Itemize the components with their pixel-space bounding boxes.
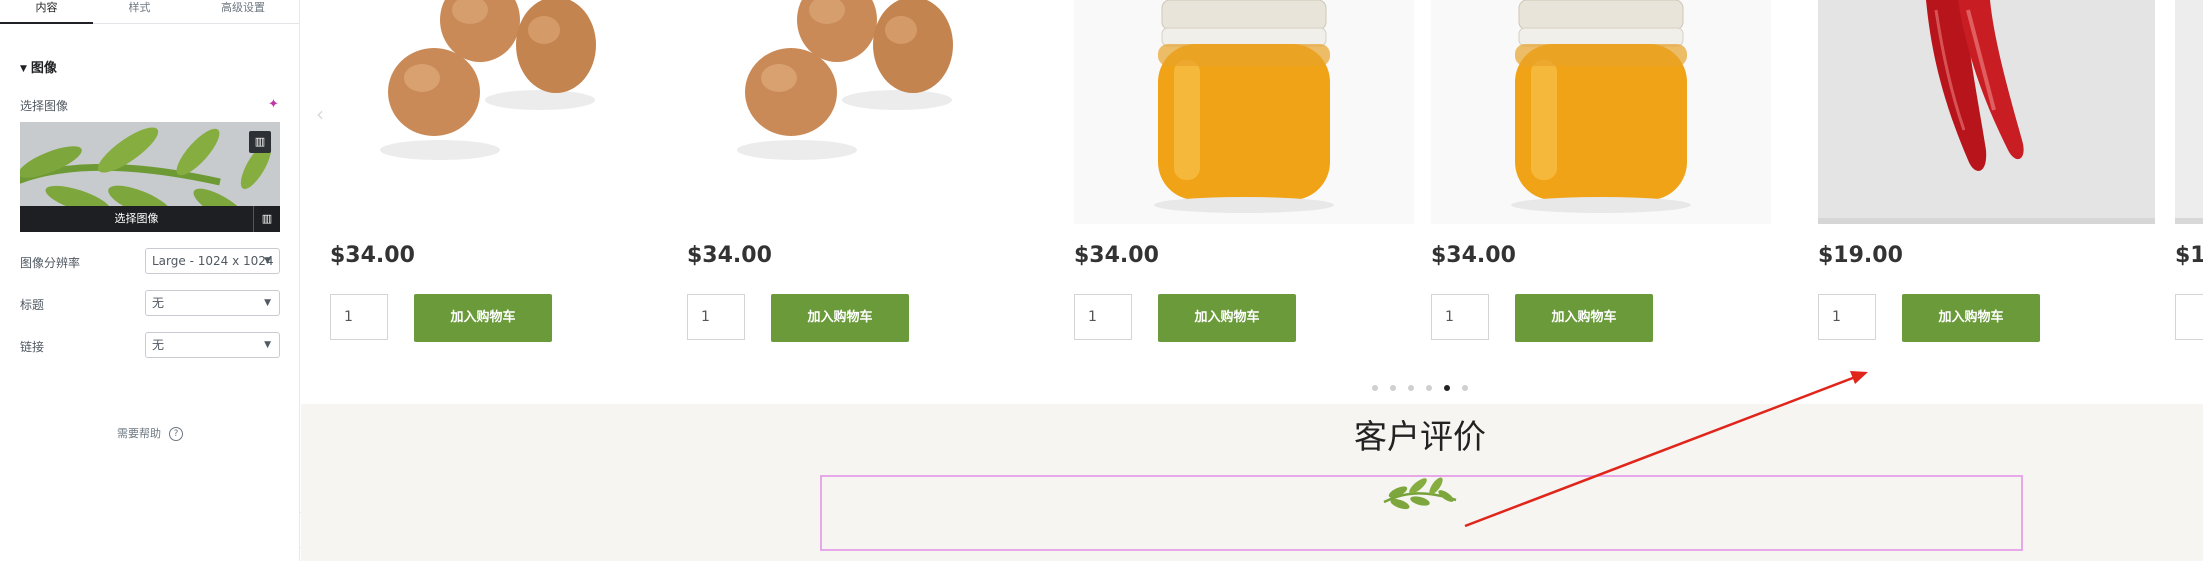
panel-tabs: 内容 样式 高级设置 [0,0,300,24]
quantity-input[interactable]: 1 [1431,294,1489,340]
help-link[interactable]: 需要帮助? [117,425,183,442]
section-image-toggle[interactable]: ▼ 图像 [20,57,57,76]
title-label: 标题 [20,298,45,312]
eggs-image[interactable] [687,0,1027,224]
resolution-select[interactable]: Large - 1024 x 1024 ▼ [145,248,280,274]
caret-down-icon: ▼ [20,64,27,74]
product-card: $19.00 1 加入购物车 [1818,0,2158,350]
product-price: $34.00 [330,243,415,268]
product-price: $34.00 [687,243,772,268]
product-card: $34.00 1 加入购物车 [687,0,1027,350]
add-to-cart-button[interactable]: 加入购物车 [414,294,552,342]
carousel-dot[interactable] [1426,385,1432,391]
quantity-input[interactable]: 1 [330,294,388,340]
link-value: 无 [152,338,165,352]
chevron-down-icon: ▼ [264,298,271,308]
help-text: 需要帮助 [117,427,161,440]
partial-product-image[interactable] [2175,0,2203,224]
settings-panel: 内容 样式 高级设置 ▼ 图像 选择图像 ✦ ▥ 选择图像 ▥ 图像分辨率 Lar… [0,0,300,561]
chevron-down-icon: ▼ [264,256,271,266]
choose-image-label: 选择图像 [20,99,69,113]
title-value: 无 [152,296,165,310]
tab-style[interactable]: 样式 [93,0,186,24]
product-card-partial: $1 [2175,0,2203,350]
carousel-dot-active[interactable] [1444,385,1450,391]
add-to-cart-button[interactable]: 加入购物车 [1515,294,1653,342]
quantity-input[interactable]: 1 [1074,294,1132,340]
tab-content[interactable]: 内容 [0,0,93,24]
carousel-dot[interactable] [1372,385,1378,391]
link-label: 链接 [20,340,45,354]
add-to-cart-button[interactable]: 加入购物车 [1158,294,1296,342]
remove-image-icon[interactable]: ▥ [249,131,271,153]
carousel-prev-icon[interactable]: ‹ [316,102,324,126]
chevron-down-icon: ▼ [264,340,271,350]
product-card: $34.00 1 加入购物车 [330,0,670,350]
quantity-input[interactable]: 1 [687,294,745,340]
honey-jar-image[interactable] [1431,0,1771,224]
tab-advanced[interactable]: 高级设置 [186,0,300,24]
help-icon: ? [169,427,183,441]
leaf-divider-icon [1383,477,1457,510]
resolution-value: Large - 1024 x 1024 [152,254,274,268]
product-price: $19.00 [1818,243,1903,268]
quantity-input[interactable]: 1 [1818,294,1876,340]
product-price: $1 [2175,243,2203,268]
choose-image-bar[interactable]: 选择图像 ▥ [20,206,280,232]
ai-sparkle-icon[interactable]: ✦ [268,97,279,112]
choose-image-button[interactable]: 选择图像 [20,206,253,232]
reviews-title: 客户评价 [1354,417,1486,456]
resolution-label: 图像分辨率 [20,256,81,270]
product-price: $34.00 [1074,243,1159,268]
carousel-dot[interactable] [1390,385,1396,391]
eggs-image[interactable] [330,0,670,224]
title-select[interactable]: 无 ▼ [145,290,280,316]
product-card: $34.00 1 加入购物车 [1074,0,1414,350]
section-title-text: 图像 [30,61,57,76]
add-to-cart-button[interactable]: 加入购物车 [771,294,909,342]
honey-jar-image[interactable] [1074,0,1414,224]
trash-icon[interactable]: ▥ [253,206,280,232]
carousel-dot[interactable] [1462,385,1468,391]
product-card: $34.00 1 加入购物车 [1431,0,1771,350]
product-price: $34.00 [1431,243,1516,268]
carousel-dot[interactable] [1408,385,1414,391]
quantity-input[interactable] [2175,294,2203,340]
link-select[interactable]: 无 ▼ [145,332,280,358]
red-chili-image[interactable] [1818,0,2155,224]
add-to-cart-button[interactable]: 加入购物车 [1902,294,2040,342]
